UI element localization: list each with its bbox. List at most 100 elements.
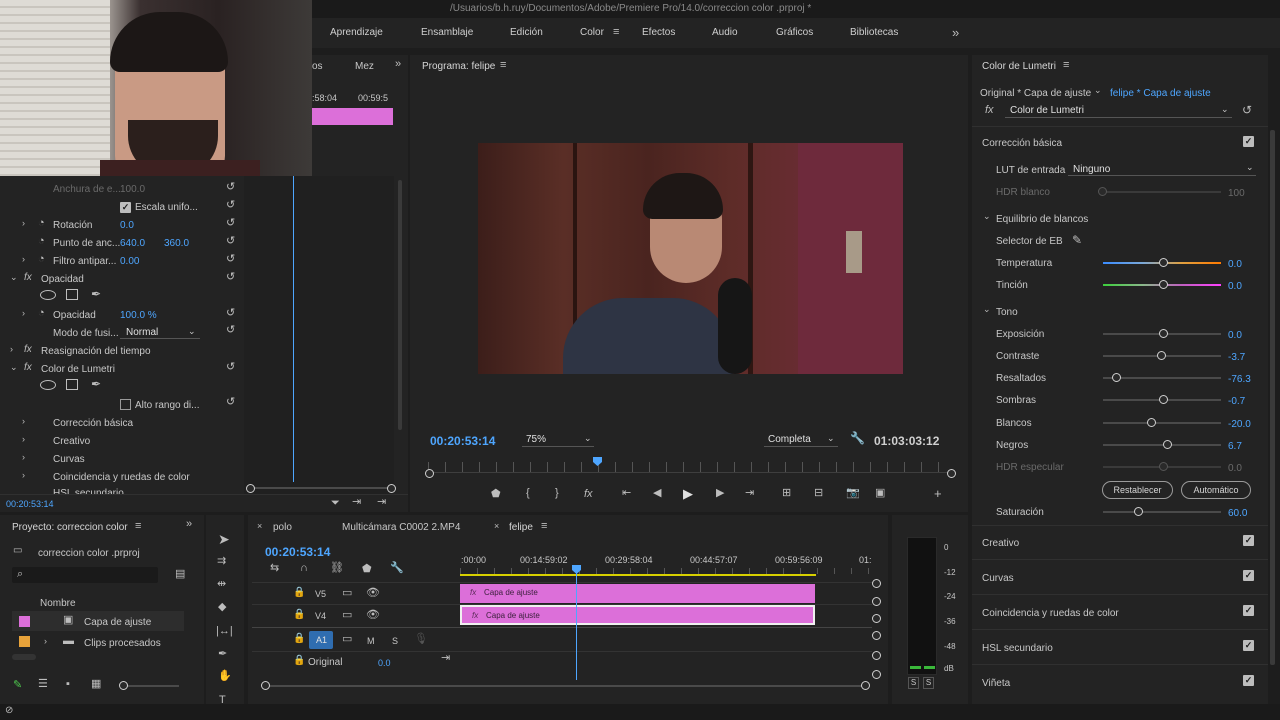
freeform-view-icon[interactable]: ▦ (91, 679, 101, 690)
expand-chevron-icon[interactable]: › (22, 453, 25, 462)
workspace-efectos[interactable]: Efectos (642, 27, 675, 38)
sombras-value[interactable]: -0.7 (1228, 396, 1245, 407)
expand-chevron-icon[interactable]: › (22, 255, 25, 264)
track-scroll-handle[interactable] (872, 631, 881, 640)
lock-icon[interactable]: 🔒 (293, 656, 305, 666)
alto-rango-checkbox[interactable] (120, 399, 131, 410)
pen-tool-icon[interactable]: ✒ (218, 649, 227, 660)
mark-out-icon[interactable]: } (555, 488, 559, 499)
workspace-graficos[interactable]: Gráficos (776, 27, 813, 38)
marker-icon[interactable]: ⬟ (491, 489, 501, 500)
overflow-chevron-icon[interactable]: » (395, 59, 401, 70)
collapse-chevron-icon[interactable]: ⌄ (983, 212, 991, 221)
program-timecode[interactable]: 00:20:53:14 (430, 434, 495, 448)
rect-mask-icon[interactable] (66, 289, 78, 300)
expand-chevron-icon[interactable]: › (22, 309, 25, 318)
meter-solo-left[interactable]: S (908, 677, 919, 689)
expand-chevron-icon[interactable]: › (22, 219, 25, 228)
compare-icon[interactable]: ▣ (875, 488, 885, 499)
pen-mask-icon[interactable]: ✒ (91, 378, 101, 390)
go-to-in-icon[interactable]: ⇤ (622, 488, 631, 499)
voiceover-mic-icon[interactable]: 🎙 (414, 634, 428, 645)
sync-lock-icon[interactable]: ▭ (342, 588, 352, 599)
saturacion-knob[interactable] (1134, 507, 1143, 516)
lock-icon[interactable]: 🔒 (293, 610, 305, 620)
reset-icon[interactable]: ↺ (226, 272, 235, 283)
linked-selection-icon[interactable]: ⛓ (330, 563, 344, 574)
lock-icon[interactable]: 🔒 (293, 634, 305, 644)
icon-view-icon[interactable]: ▪ (66, 679, 70, 690)
close-icon[interactable]: × (494, 522, 499, 531)
expand-chevron-icon[interactable]: › (22, 471, 25, 480)
lumetri-source-original[interactable]: Original * Capa de ajuste (980, 88, 1091, 99)
opacidad-value[interactable]: 100.0 % (120, 310, 157, 321)
eyedropper-icon[interactable]: ✎ (1072, 234, 1082, 246)
stopwatch-icon[interactable]: ◔ (38, 308, 45, 319)
sync-lock-icon[interactable]: ▭ (342, 634, 352, 645)
project-item-capa[interactable]: Capa de ajuste (84, 617, 151, 628)
menu-icon[interactable]: ≡ (613, 27, 619, 38)
rect-mask-icon[interactable] (66, 379, 78, 390)
ec-zoom-handle-left[interactable] (246, 484, 255, 493)
project-panel-title[interactable]: Proyecto: correccion color (12, 522, 128, 533)
negros-value[interactable]: 6.7 (1228, 441, 1242, 452)
export-icon[interactable]: ⇥ (352, 497, 361, 508)
meter-solo-right[interactable]: S (923, 677, 934, 689)
lumetri-basic-header[interactable]: Corrección básica (982, 138, 1062, 149)
curvas-enable-checkbox[interactable]: ✓ (1243, 570, 1254, 581)
temperatura-value[interactable]: 0.0 (1228, 259, 1242, 270)
expand-chevron-icon[interactable]: › (44, 637, 47, 646)
ec-creativo[interactable]: Creativo (53, 436, 90, 447)
program-scrubber[interactable] (428, 462, 952, 472)
project-item-clips[interactable]: Clips procesados (84, 638, 161, 649)
ellipse-mask-icon[interactable] (40, 290, 56, 300)
selection-tool-icon[interactable]: ➤ (218, 532, 230, 546)
reset-icon[interactable]: ↺ (226, 236, 235, 247)
go-to-end-icon[interactable]: ⇥ (441, 653, 450, 664)
lumetri-fx-select[interactable]: Color de Lumetri ⌄ (1005, 103, 1232, 118)
lock-icon[interactable]: 🔒 (293, 588, 305, 598)
rotacion-value[interactable]: 0.0 (120, 220, 134, 231)
saturacion-slider[interactable] (1103, 511, 1221, 513)
step-back-icon[interactable]: ◀ (653, 488, 661, 499)
negros-slider[interactable] (1103, 444, 1221, 446)
expand-chevron-icon[interactable]: › (10, 345, 13, 354)
temperatura-knob[interactable] (1159, 258, 1168, 267)
new-bin-icon[interactable]: ▤ (175, 569, 185, 580)
eq-blancos-label[interactable]: Equilibrio de blancos (996, 214, 1088, 225)
chevron-down-icon[interactable]: ⌄ (1094, 86, 1102, 95)
extract-icon[interactable]: ⊟ (814, 488, 823, 499)
label-color-swatch[interactable] (19, 636, 30, 647)
collapse-chevron-icon[interactable]: ⌄ (10, 363, 18, 372)
quality-select[interactable]: Completa ⌄ (764, 432, 838, 447)
blancos-knob[interactable] (1147, 418, 1156, 427)
expand-chevron-icon[interactable]: › (22, 435, 25, 444)
stopwatch-icon[interactable]: ◔ (38, 218, 45, 229)
collapse-chevron-icon[interactable]: ⌄ (983, 305, 991, 314)
project-column-name[interactable]: Nombre (40, 598, 76, 609)
expand-chevron-icon[interactable]: › (22, 417, 25, 426)
tincion-knob[interactable] (1159, 280, 1168, 289)
vineta-enable-checkbox[interactable]: ✓ (1243, 675, 1254, 686)
exposicion-value[interactable]: 0.0 (1228, 330, 1242, 341)
close-icon[interactable]: × (257, 522, 262, 531)
escala-checkbox[interactable]: ✓ (120, 202, 131, 213)
filter-icon[interactable]: ⏷ (331, 498, 340, 509)
lut-select[interactable]: Ninguno ⌄ (1068, 161, 1256, 176)
punto-y-value[interactable]: 360.0 (164, 238, 189, 249)
original-track-value[interactable]: 0.0 (378, 658, 391, 668)
stopwatch-icon[interactable]: ◔ (38, 254, 45, 265)
mark-in-icon[interactable]: { (526, 488, 530, 499)
zoom-select[interactable]: 75% ⌄ (522, 432, 594, 447)
overflow-chevron-icon[interactable]: » (952, 26, 959, 39)
track-a1-target[interactable]: A1 (309, 631, 333, 649)
scrub-handle-right[interactable] (947, 469, 956, 478)
menu-icon[interactable]: ≡ (135, 521, 141, 532)
workspace-color[interactable]: Color (580, 27, 604, 38)
mute-button[interactable]: M (367, 636, 375, 646)
exposicion-knob[interactable] (1159, 329, 1168, 338)
punto-x-value[interactable]: 640.0 (120, 238, 145, 249)
tincion-value[interactable]: 0.0 (1228, 281, 1242, 292)
timeline-timecode[interactable]: 00:20:53:14 (265, 545, 330, 559)
stopwatch-icon[interactable]: ◔ (38, 236, 45, 247)
